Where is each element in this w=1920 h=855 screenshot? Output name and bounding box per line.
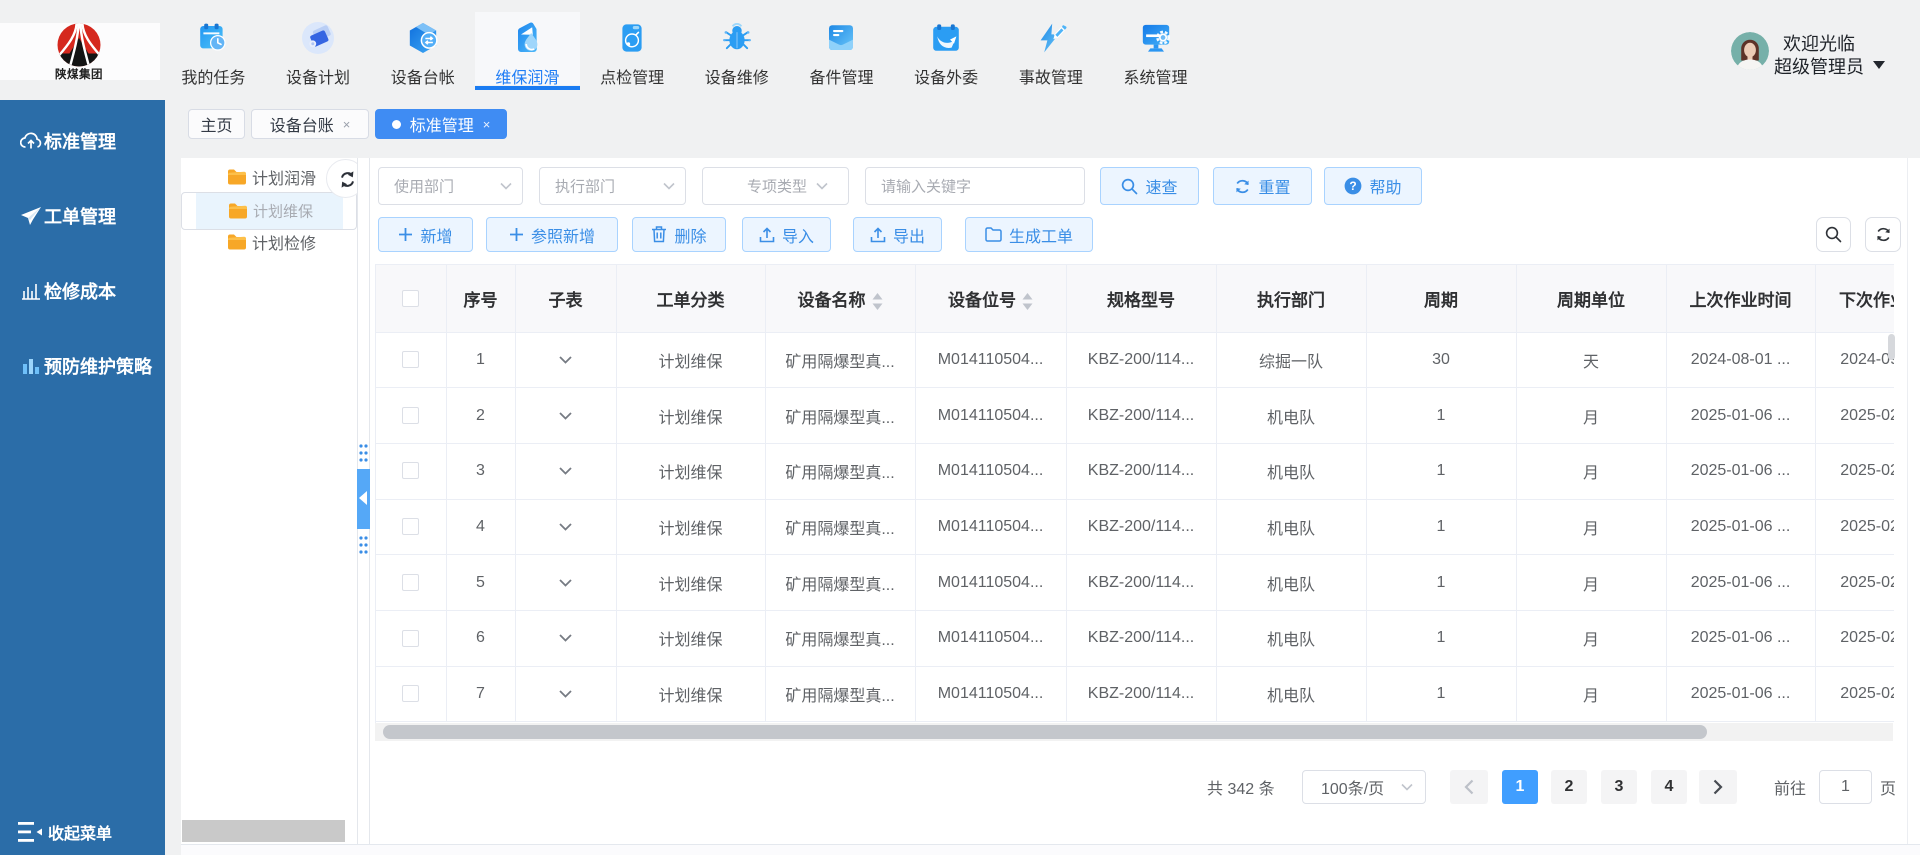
svg-text:陕煤集团: 陕煤集团 xyxy=(55,67,103,80)
svg-text:?: ? xyxy=(1350,179,1357,193)
